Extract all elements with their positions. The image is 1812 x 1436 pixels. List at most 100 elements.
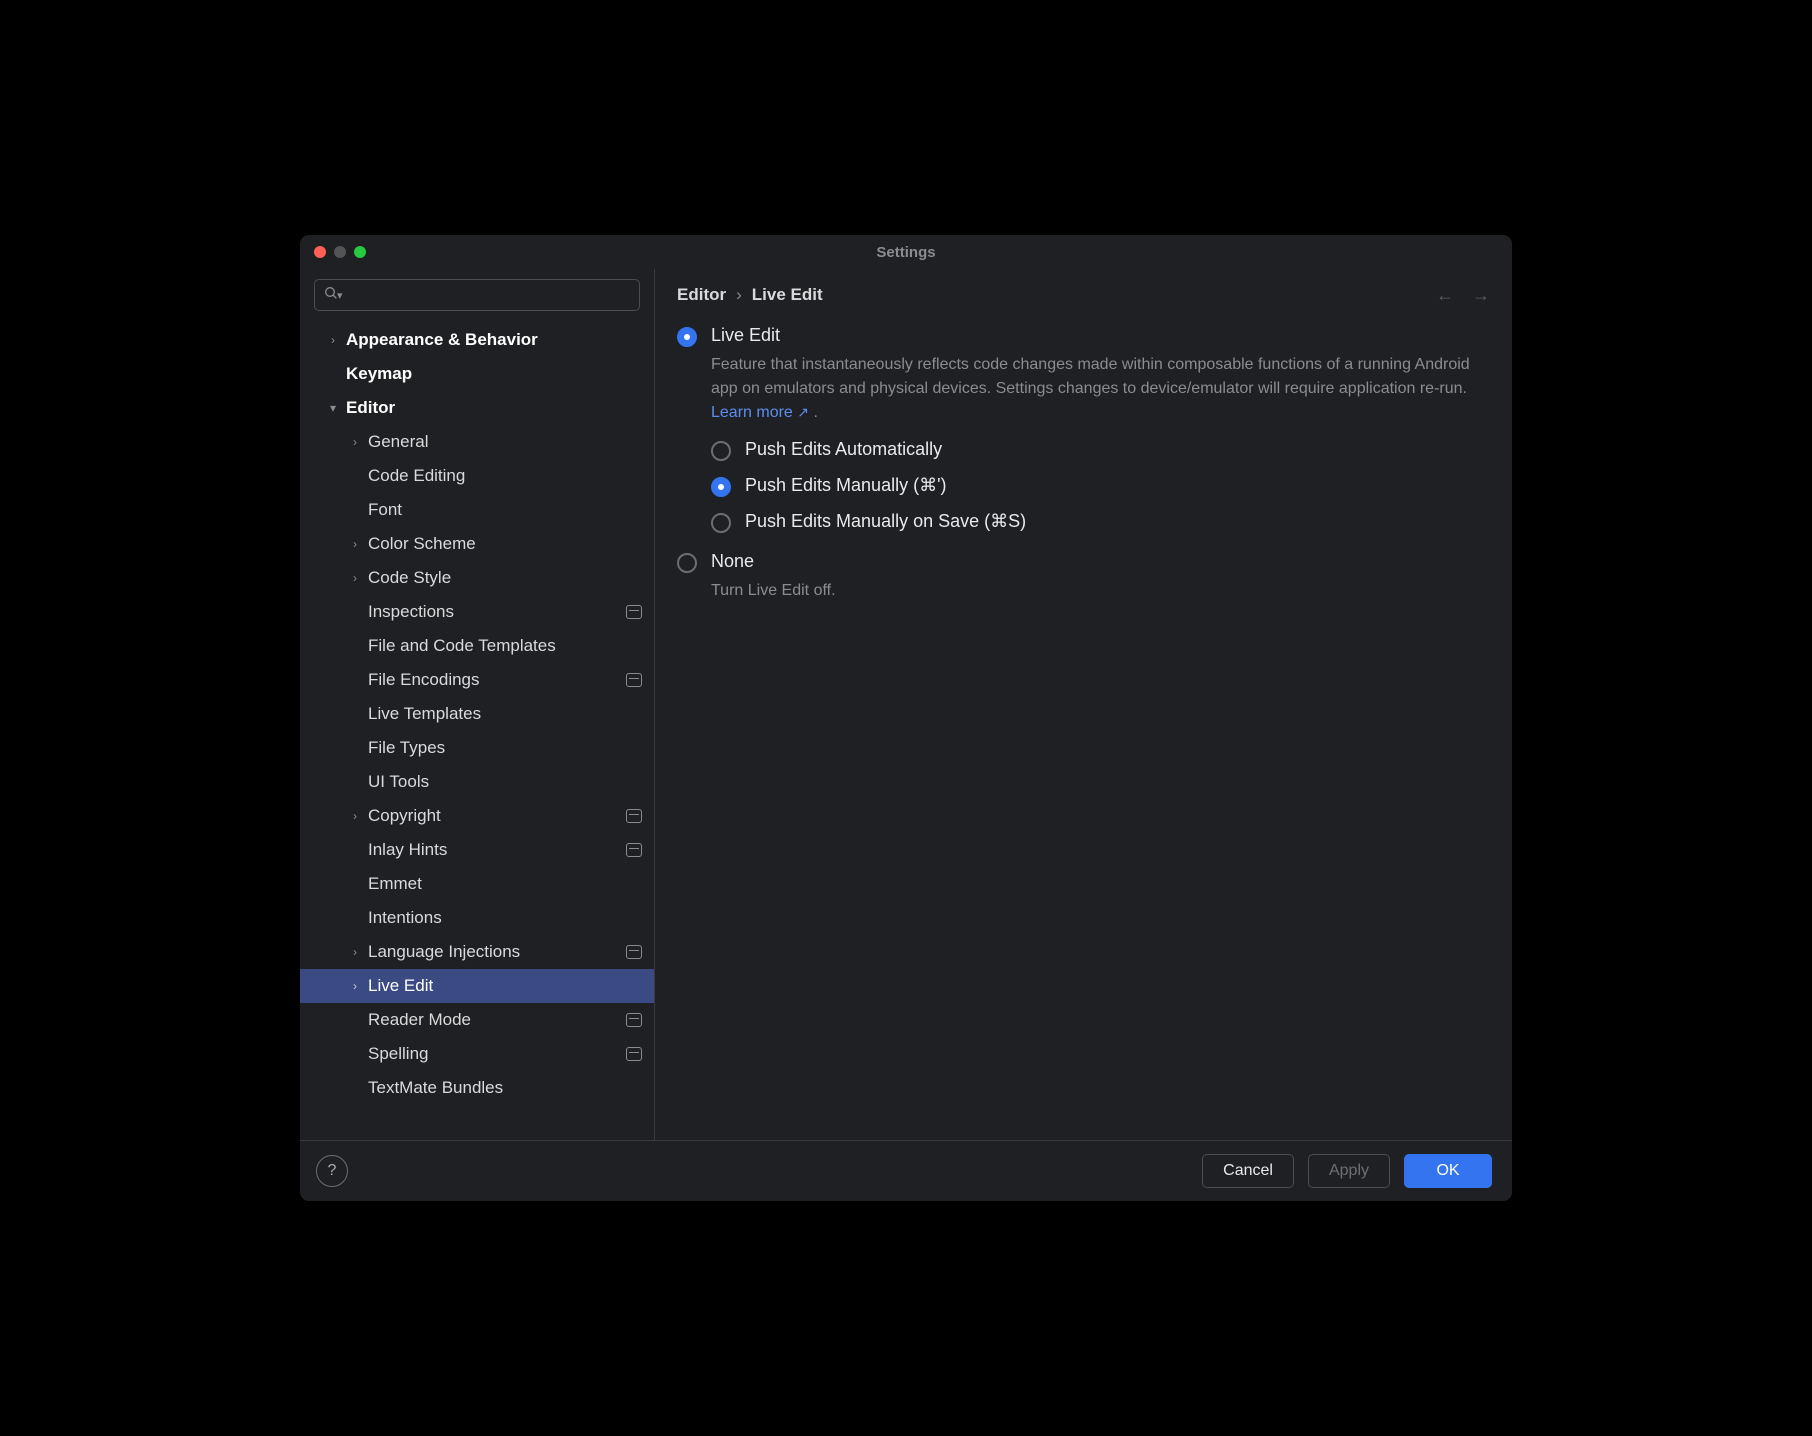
tree-item-editor[interactable]: ▾Editor <box>300 391 654 425</box>
chevron-right-icon: › <box>348 979 362 993</box>
option-label: Push Edits Automatically <box>745 439 942 460</box>
window-controls <box>314 246 366 258</box>
tree-item-label: Copyright <box>368 806 441 826</box>
apply-button[interactable]: Apply <box>1308 1154 1390 1188</box>
chevron-down-icon: ▾ <box>337 289 343 302</box>
content-body: Live Edit Feature that instantaneously r… <box>655 321 1512 1140</box>
tree-item-label: Inlay Hints <box>368 840 447 860</box>
tree-item-label: File and Code Templates <box>368 636 556 656</box>
tree-item-emmet[interactable]: Emmet <box>300 867 654 901</box>
search-input[interactable] <box>347 286 631 305</box>
tree-item-code-style[interactable]: › Code Style <box>300 561 654 595</box>
chevron-right-icon: › <box>348 571 362 585</box>
chevron-right-icon: › <box>736 285 742 305</box>
settings-tree: › Appearance & Behavior Keymap ▾Editor › Gene… <box>300 319 654 1140</box>
footer-buttons: Cancel Apply OK <box>1202 1154 1492 1188</box>
tree-item-label: UI Tools <box>368 772 429 792</box>
tree-item-label: Inspections <box>368 602 454 622</box>
tree-item-inlay-hints[interactable]: Inlay Hints <box>300 833 654 867</box>
sub-options: Push Edits Automatically Push Edits Manu… <box>711 439 1490 533</box>
tree-item-inspections[interactable]: Inspections <box>300 595 654 629</box>
tree-item-label: General <box>368 432 428 452</box>
tree-item-intentions[interactable]: Intentions <box>300 901 654 935</box>
tree-item-ui-tools[interactable]: UI Tools <box>300 765 654 799</box>
zoom-window-icon[interactable] <box>354 246 366 258</box>
project-scope-icon <box>626 1013 642 1027</box>
tree-item-label: File Types <box>368 738 445 758</box>
window-title: Settings <box>876 244 935 261</box>
footer: ? Cancel Apply OK <box>300 1140 1512 1201</box>
chevron-right-icon: › <box>348 537 362 551</box>
tree-item-general[interactable]: › General <box>300 425 654 459</box>
tree-item-label: Appearance & Behavior <box>346 330 538 350</box>
tree-item-textmate-bundles[interactable]: TextMate Bundles <box>300 1071 654 1105</box>
tree-item-copyright[interactable]: › Copyright <box>300 799 654 833</box>
option-none[interactable]: None <box>677 551 1490 573</box>
tree-item-language-injections[interactable]: ›Language Injections <box>300 935 654 969</box>
chevron-right-icon: › <box>326 333 340 347</box>
radio-icon[interactable] <box>677 553 697 573</box>
tree-item-label: TextMate Bundles <box>368 1078 503 1098</box>
option-label: Live Edit <box>711 325 780 346</box>
radio-icon[interactable] <box>677 327 697 347</box>
tree-item-color-scheme[interactable]: › Color Scheme <box>300 527 654 561</box>
tree-item-code-editing[interactable]: Code Editing <box>300 459 654 493</box>
nav-forward-icon[interactable]: → <box>1472 285 1490 306</box>
tree-item-label: Editor <box>346 398 395 418</box>
project-scope-icon <box>626 673 642 687</box>
option-label: None <box>711 551 754 572</box>
tree-item-keymap[interactable]: Keymap <box>300 357 654 391</box>
project-scope-icon <box>626 1047 642 1061</box>
option-push-on-save[interactable]: Push Edits Manually on Save (⌘S) <box>711 511 1490 533</box>
settings-window: Settings ▾ › Appearance & Behavior Keymap ▾… <box>299 234 1513 1202</box>
tree-item-label: Code Style <box>368 568 451 588</box>
tree-item-label: Intentions <box>368 908 442 928</box>
content-header: Editor › Live Edit ← → <box>655 269 1512 321</box>
tree-item-file-encodings[interactable]: File Encodings <box>300 663 654 697</box>
tree-item-file-and-code-templates[interactable]: File and Code Templates <box>300 629 654 663</box>
tree-item-label: Font <box>368 500 402 520</box>
tree-item-reader-mode[interactable]: Reader Mode <box>300 1003 654 1037</box>
radio-icon[interactable] <box>711 477 731 497</box>
radio-icon[interactable] <box>711 513 731 533</box>
content-pane: Editor › Live Edit ← → Live Edit Feature… <box>655 269 1512 1140</box>
project-scope-icon <box>626 843 642 857</box>
close-window-icon[interactable] <box>314 246 326 258</box>
tree-item-font[interactable]: Font <box>300 493 654 527</box>
tree-item-live-edit[interactable]: › Live Edit <box>300 969 654 1003</box>
radio-icon[interactable] <box>711 441 731 461</box>
tree-item-label: Spelling <box>368 1044 429 1064</box>
tree-item-label: Reader Mode <box>368 1010 471 1030</box>
option-push-manual[interactable]: Push Edits Manually (⌘') <box>711 475 1490 497</box>
help-button[interactable]: ? <box>316 1155 348 1187</box>
search-field[interactable]: ▾ <box>314 279 640 311</box>
option-label: Push Edits Manually on Save (⌘S) <box>745 511 1026 532</box>
option-push-auto[interactable]: Push Edits Automatically <box>711 439 1490 461</box>
split-pane: ▾ › Appearance & Behavior Keymap ▾Editor › Ge… <box>300 269 1512 1140</box>
option-description: Turn Live Edit off. <box>711 579 1471 603</box>
learn-more-link[interactable]: Learn more ↗ <box>711 404 809 421</box>
cancel-button[interactable]: Cancel <box>1202 1154 1294 1188</box>
option-live-edit[interactable]: Live Edit <box>677 325 1490 347</box>
option-description: Feature that instantaneously reflects co… <box>711 353 1471 425</box>
project-scope-icon <box>626 945 642 959</box>
tree-item-label: File Encodings <box>368 670 480 690</box>
tree-item-live-templates[interactable]: Live Templates <box>300 697 654 731</box>
breadcrumb-leaf: Live Edit <box>752 285 823 305</box>
breadcrumb-root[interactable]: Editor <box>677 285 726 305</box>
tree-item-spelling[interactable]: Spelling <box>300 1037 654 1071</box>
tree-item-label: Language Injections <box>368 942 520 962</box>
tree-item-label: Keymap <box>346 364 412 384</box>
chevron-right-icon: › <box>348 809 362 823</box>
tree-item-file-types[interactable]: File Types <box>300 731 654 765</box>
tree-item-label: Code Editing <box>368 466 465 486</box>
chevron-right-icon: › <box>348 435 362 449</box>
tree-item-label: Live Edit <box>368 976 433 996</box>
tree-item-appearance-behavior[interactable]: › Appearance & Behavior <box>300 323 654 357</box>
external-link-icon: ↗ <box>797 404 809 420</box>
minimize-window-icon[interactable] <box>334 246 346 258</box>
nav-back-icon[interactable]: ← <box>1436 285 1454 306</box>
ok-button[interactable]: OK <box>1404 1154 1492 1188</box>
tree-item-label: Color Scheme <box>368 534 476 554</box>
project-scope-icon <box>626 605 642 619</box>
